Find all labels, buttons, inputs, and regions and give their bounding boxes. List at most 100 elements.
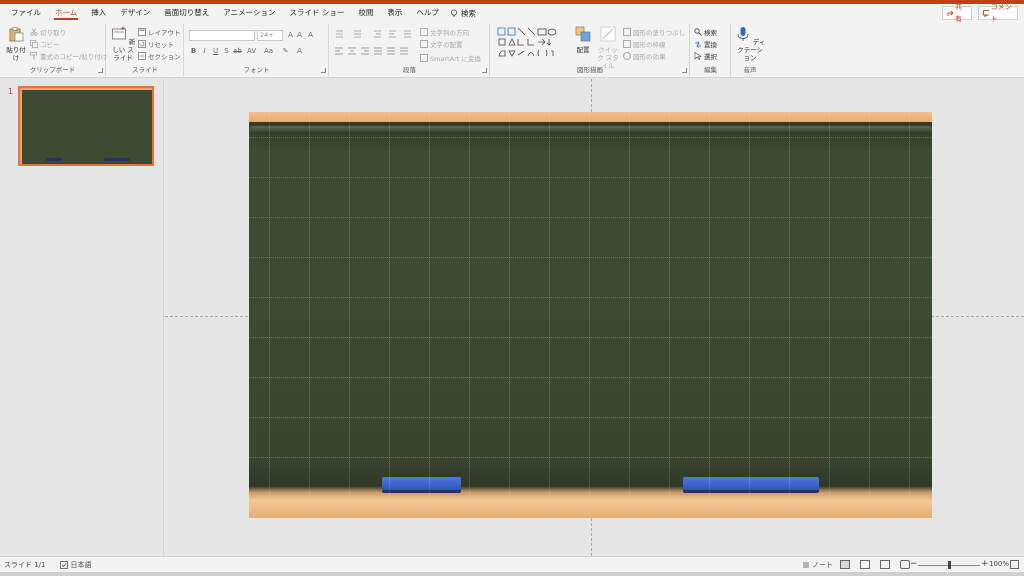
tab-transitions[interactable]: 画面切り替え	[157, 4, 216, 22]
notes-button[interactable]: ノート	[802, 560, 833, 570]
tab-help[interactable]: ヘルプ	[409, 4, 446, 22]
font-name-box[interactable]	[189, 30, 255, 41]
normal-view-icon[interactable]	[840, 560, 850, 569]
clipboard-launcher-icon[interactable]	[98, 68, 103, 73]
copy-button[interactable]: コピー	[30, 39, 60, 49]
zoom-level[interactable]: 100%	[989, 560, 1009, 568]
paragraph-group: 文字列の方向 文字の配置 SmartArt に変換 段落	[330, 24, 490, 76]
layout-icon	[138, 28, 146, 36]
eraser-right-b	[749, 477, 819, 493]
tab-animations[interactable]: アニメーション	[216, 4, 282, 22]
language-indicator[interactable]: 日本語	[59, 560, 92, 570]
tell-me-search[interactable]: 検索	[450, 8, 476, 19]
slide[interactable]	[249, 112, 932, 518]
new-slide-icon	[111, 26, 126, 40]
grid-line-vertical	[509, 112, 510, 518]
list-buttons-icon[interactable]	[334, 29, 414, 39]
shadow-icon[interactable]: S	[222, 47, 231, 55]
paragraph-launcher-icon[interactable]	[482, 68, 487, 73]
underline-icon[interactable]: U	[211, 47, 220, 55]
grid-line-vertical	[549, 112, 550, 518]
clipboard-group: 貼り付け 切り取り コピー 書式のコピー/貼り付け クリップボード	[0, 24, 107, 76]
font-group-label: フォント	[243, 66, 270, 74]
comments-button[interactable]: コメント	[978, 3, 1018, 23]
font-launcher-icon[interactable]	[321, 68, 326, 73]
shape-effects-button[interactable]: 図形の効果	[623, 51, 666, 61]
thumbnail-number: 1	[8, 87, 13, 96]
drawing-group-label: 図形描画	[577, 66, 603, 74]
section-icon	[138, 52, 146, 60]
bold-icon[interactable]: B	[189, 47, 198, 55]
reset-button[interactable]: リセット	[138, 39, 174, 49]
align-text-button[interactable]: 文字の配置	[420, 39, 463, 49]
select-button[interactable]: 選択	[694, 51, 717, 61]
text-direction-icon	[420, 28, 428, 36]
reading-view-icon[interactable]	[880, 560, 890, 569]
text-direction-button[interactable]: 文字列の方向	[420, 27, 469, 37]
new-slide-button[interactable]: 新しい スライド	[110, 26, 136, 62]
shape-outline-button[interactable]: 図形の枠線	[623, 39, 666, 49]
italic-icon[interactable]: I	[200, 47, 209, 55]
taskbar-strip	[0, 572, 1024, 576]
tab-insert[interactable]: 挿入	[84, 4, 113, 22]
tab-review[interactable]: 校閲	[351, 4, 380, 22]
scissors-icon	[30, 28, 38, 36]
tab-home[interactable]: ホーム	[48, 4, 84, 22]
section-button[interactable]: セクション	[138, 51, 181, 61]
strikethrough-icon[interactable]: ab	[233, 47, 242, 55]
smartart-button[interactable]: SmartArt に変換	[420, 53, 481, 63]
notes-icon	[803, 562, 809, 568]
voice-group: ディクテーション 音声	[732, 24, 768, 76]
eraser-left-a	[382, 477, 422, 493]
share-button[interactable]: 共有	[942, 3, 972, 23]
tab-slideshow[interactable]: スライド ショー	[282, 4, 351, 22]
paste-label: 貼り付け	[6, 46, 26, 62]
format-painter-button[interactable]: 書式のコピー/貼り付け	[30, 51, 107, 61]
paste-button[interactable]: 貼り付け	[4, 26, 28, 62]
copy-icon	[30, 40, 38, 48]
cut-button[interactable]: 切り取り	[30, 27, 66, 37]
arrange-button[interactable]: 配置	[571, 26, 595, 54]
select-label: 選択	[704, 53, 717, 61]
grid-line-vertical	[789, 112, 790, 518]
alignment-buttons-icon[interactable]	[334, 46, 414, 56]
fit-to-window-icon[interactable]	[1010, 560, 1019, 569]
align-text-label: 文字の配置	[430, 41, 463, 49]
drawing-launcher-icon[interactable]	[682, 68, 687, 73]
slides-group: 新しい スライド レイアウト リセット セクション スライド	[107, 24, 184, 76]
layout-label: レイアウト	[148, 29, 181, 37]
proofing-icon	[59, 560, 68, 569]
paint-bucket-icon	[623, 28, 631, 36]
slideshow-view-icon[interactable]	[900, 560, 910, 569]
layout-button[interactable]: レイアウト	[138, 27, 181, 37]
shapes-gallery-icon[interactable]	[497, 27, 563, 59]
font-size-box[interactable]: 24+	[257, 30, 283, 41]
dictate-button[interactable]: ディクテーション	[734, 26, 766, 62]
drawing-group: 配置 クイック スタイル 図形の塗りつぶし 図形の枠線 図形の効果 図形描画	[491, 24, 690, 76]
slide-thumbnail[interactable]	[18, 86, 154, 166]
replace-button[interactable]: 置換	[694, 39, 717, 49]
ribbon-tab-bar: ファイル ホーム 挿入 デザイン 画面切り替え アニメーション スライド ショー…	[0, 4, 1024, 22]
zoom-in-icon[interactable]: +	[981, 559, 989, 569]
language-label: 日本語	[70, 560, 92, 569]
tab-file[interactable]: ファイル	[4, 4, 48, 22]
change-case-icon[interactable]: Aa	[264, 47, 273, 55]
slide-sorter-icon[interactable]	[860, 560, 870, 569]
find-button[interactable]: 検索	[694, 27, 717, 37]
eraser-right-a	[683, 477, 751, 493]
zoom-slider-thumb[interactable]	[948, 561, 951, 569]
effects-icon	[623, 52, 631, 60]
tab-view[interactable]: 表示	[380, 4, 409, 22]
shape-fill-button[interactable]: 図形の塗りつぶし	[623, 27, 685, 37]
highlight-icon[interactable]: ✎	[281, 47, 290, 55]
clear-format-icon[interactable]: A	[306, 31, 315, 39]
font-color-icon[interactable]: A	[295, 47, 304, 55]
tab-design[interactable]: デザイン	[113, 4, 157, 22]
grid-line-vertical	[349, 112, 350, 518]
cut-label: 切り取り	[40, 29, 66, 37]
spacing-icon[interactable]: AV	[247, 47, 256, 55]
thumbnail-eraser-left	[46, 158, 62, 161]
zoom-out-icon[interactable]: −	[910, 559, 918, 569]
grow-font-icon[interactable]: A	[286, 31, 295, 39]
shrink-font-icon[interactable]: A	[295, 31, 304, 39]
